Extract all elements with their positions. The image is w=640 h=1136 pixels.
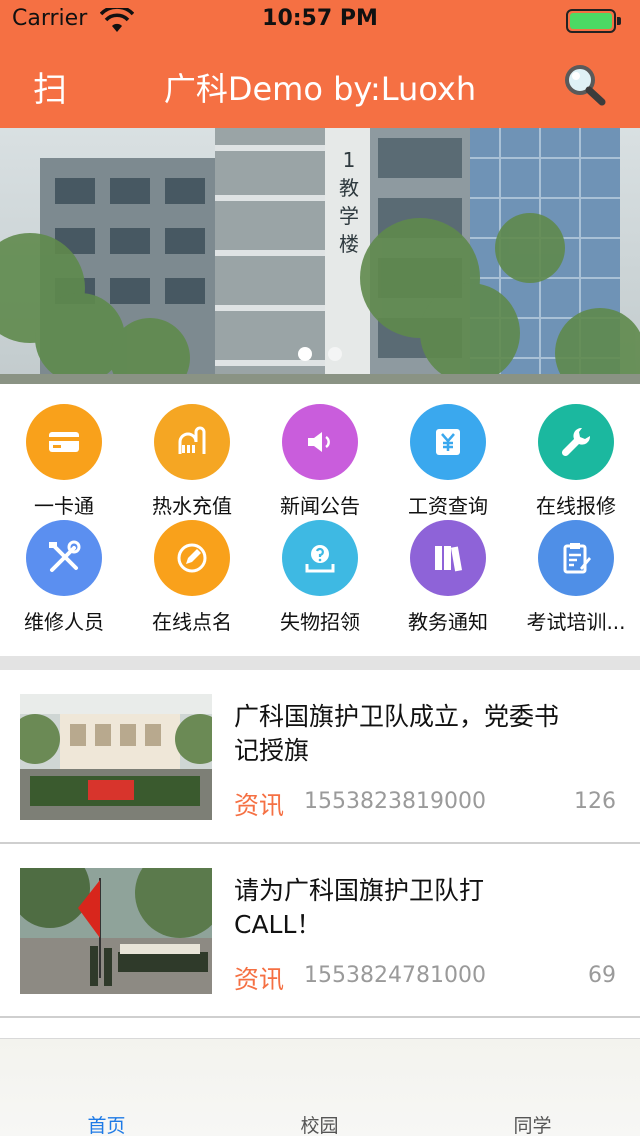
grid-item-label: 失物招领	[280, 610, 360, 634]
news-timestamp: 1553823819000	[304, 789, 486, 814]
grid-item-icon-bg	[538, 520, 614, 596]
top-bar: Carrier 10:57 PM 扫 广科Demo by:Luoxh	[0, 0, 640, 128]
grid-item-icon-bg	[26, 520, 102, 596]
yen-icon	[436, 429, 460, 455]
news-timestamp: 1553824781000	[304, 963, 486, 988]
building-sign-char: 学	[339, 204, 359, 228]
tab-campus[interactable]: 校园	[213, 1111, 426, 1136]
grid-item-exam[interactable]: 考试培训...	[512, 500, 640, 634]
grid-item-label: 维修人员	[24, 610, 104, 634]
news-category: 资讯	[234, 965, 285, 994]
news-view-count: 69	[588, 963, 616, 988]
status-bar: Carrier 10:57 PM	[0, 0, 640, 40]
grid-item-label: 在线点名	[152, 610, 232, 634]
banner-carousel[interactable]: 1 教 学 楼	[0, 128, 640, 384]
grid-item-icon-bg	[410, 404, 486, 480]
page-dot-2[interactable]	[328, 347, 342, 361]
battery-icon	[566, 9, 621, 33]
page-dot-1[interactable]	[298, 347, 312, 361]
grid-item-icon-bg	[154, 520, 230, 596]
building-sign-char: 1	[342, 148, 356, 172]
card-icon	[49, 432, 79, 452]
grid-item-icon-bg	[282, 520, 358, 596]
grid-item-repair-staff[interactable]: 维修人员	[0, 500, 128, 634]
news-title: 广科国旗护卫队成立，党委书记授旗	[234, 702, 560, 765]
grid-item-roll-call[interactable]: 在线点名	[128, 500, 256, 634]
grid-item-salary[interactable]: 工资查询	[384, 384, 512, 518]
page-indicator[interactable]	[0, 346, 640, 365]
grid-item-lost-found[interactable]: 失物招领	[256, 500, 384, 634]
function-grid: 一卡通 热水充值 新闻公告 工资查询 在线报修 维修人员 在线点名 失物招领 教…	[0, 384, 640, 656]
news-title: 请为广科国旗护卫队打CALL！	[234, 876, 485, 939]
grid-item-label: 考试培训...	[526, 610, 626, 634]
tab-classmates[interactable]: 同学	[426, 1111, 639, 1136]
search-button[interactable]	[562, 62, 606, 106]
wrench-icon	[561, 427, 591, 457]
grid-item-icon-bg	[282, 404, 358, 480]
tab-bar: 首页 校园 同学	[0, 1038, 640, 1136]
news-item[interactable]: 广科国旗护卫队成立，党委书记授旗 资讯 1553823819000 126	[0, 670, 640, 844]
clipboard-icon	[563, 543, 591, 574]
page-title: 广科Demo by:Luoxh	[163, 70, 477, 108]
status-time: 10:57 PM	[262, 6, 378, 31]
news-thumbnail	[20, 868, 212, 994]
pen-icon	[177, 543, 207, 573]
news-thumbnail	[20, 694, 212, 820]
news-item[interactable]: 请为广科国旗护卫队打CALL！ 资讯 1553824781000 69	[0, 844, 640, 1018]
tab-home[interactable]: 首页	[0, 1111, 213, 1136]
grid-item-card[interactable]: 一卡通	[0, 384, 128, 518]
grid-item-hot-water[interactable]: 热水充值	[128, 384, 256, 518]
building-sign-char: 楼	[339, 232, 359, 256]
question-tray-icon	[305, 545, 335, 573]
grid-item-repair[interactable]: 在线报修	[512, 384, 640, 518]
grid-item-academic[interactable]: 教务通知	[384, 500, 512, 634]
tools-icon	[49, 540, 81, 572]
books-icon	[435, 546, 463, 572]
speaker-icon	[308, 432, 330, 452]
grid-item-icon-bg	[538, 404, 614, 480]
grid-item-icon-bg	[410, 520, 486, 596]
news-category: 资讯	[234, 791, 285, 820]
building-sign: 1 教 学 楼	[338, 146, 360, 258]
section-divider	[0, 656, 640, 670]
grid-item-icon-bg	[26, 404, 102, 480]
shower-icon	[178, 426, 206, 454]
building-sign-char: 教	[339, 176, 359, 200]
grid-item-label: 教务通知	[408, 610, 488, 634]
grid-item-news[interactable]: 新闻公告	[256, 384, 384, 518]
grid-item-icon-bg	[154, 404, 230, 480]
news-view-count: 126	[574, 789, 616, 814]
